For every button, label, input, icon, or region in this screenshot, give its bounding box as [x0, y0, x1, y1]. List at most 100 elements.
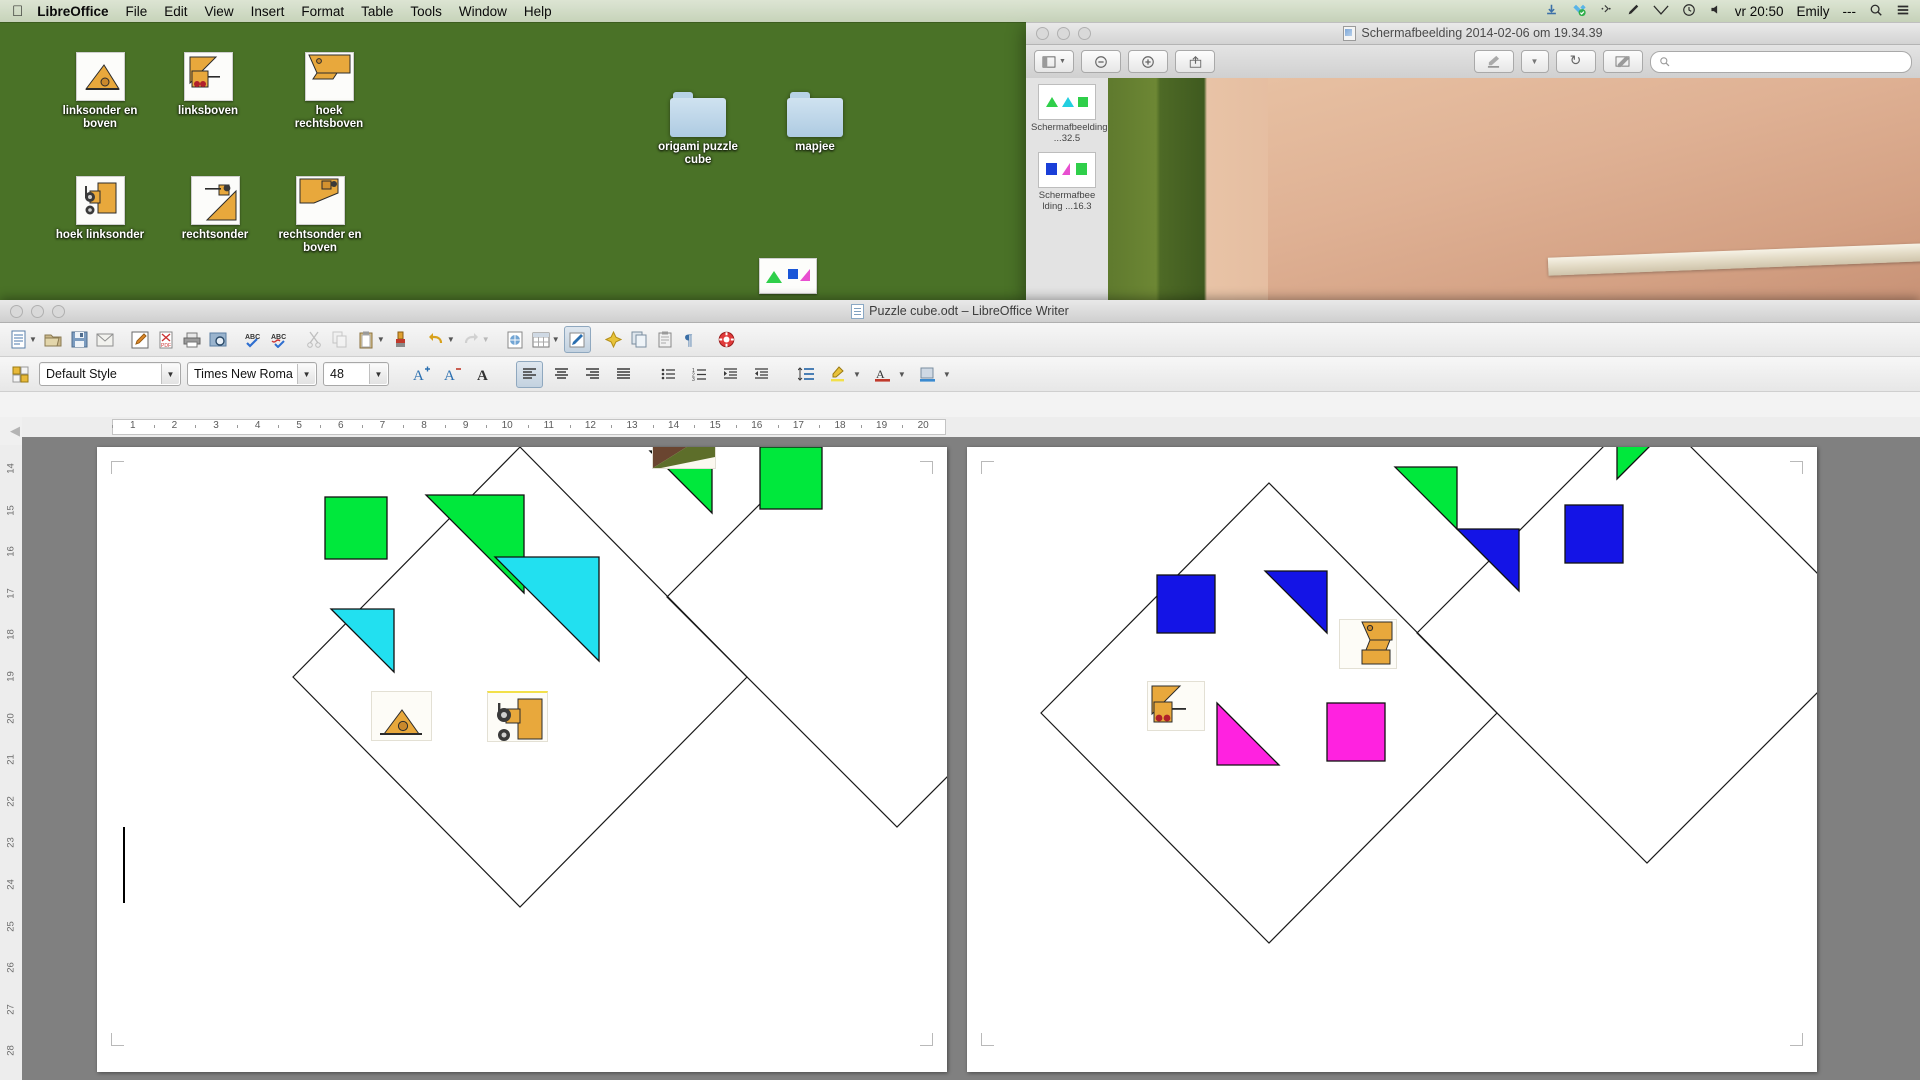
align-left-icon[interactable] — [516, 360, 543, 388]
share-icon[interactable] — [1175, 50, 1215, 73]
menu-help[interactable]: Help — [524, 4, 552, 19]
preview-search-input[interactable] — [1649, 50, 1912, 73]
help-icon[interactable] — [714, 327, 739, 352]
edit-mode-icon[interactable] — [128, 327, 153, 352]
photo-thumb-triangle-robot[interactable] — [371, 691, 432, 741]
preview-titlebar[interactable]: Schermafbeelding 2014-02-06 om 19.34.39 — [1026, 22, 1920, 45]
clipboard-view-icon[interactable] — [653, 327, 678, 352]
desktop-icon-linksboven[interactable]: linksboven — [160, 52, 256, 118]
dropbox-icon[interactable] — [1572, 3, 1587, 20]
vertical-ruler[interactable]: 14 15 16 17 18 19 20 21 22 23 24 25 26 27 28 — [0, 445, 23, 1080]
document-scroll-area[interactable] — [22, 437, 1920, 1080]
email-icon[interactable] — [93, 327, 118, 352]
preview-sidebar-item[interactable]: Schermafbeelding ...32.5 — [1031, 84, 1108, 144]
decrease-indent-icon[interactable] — [718, 362, 743, 387]
document-page-2[interactable] — [967, 447, 1817, 1072]
photo-thumb-machine[interactable] — [487, 691, 548, 742]
copy-icon[interactable] — [328, 327, 353, 352]
desktop-icon-rechtsonder[interactable]: rechtsonder — [167, 176, 263, 242]
menu-table[interactable]: Table — [361, 4, 393, 19]
wifi-icon[interactable] — [1653, 3, 1669, 19]
navigator-icon[interactable] — [627, 327, 652, 352]
increase-font-icon[interactable]: A — [409, 362, 434, 387]
spelling-icon[interactable]: ABC — [241, 327, 266, 352]
bluetooth-icon[interactable] — [1600, 3, 1613, 19]
increase-indent-icon[interactable] — [749, 362, 774, 387]
desktop-icon-linksonder-en-boven[interactable]: linksonder en boven — [52, 52, 148, 131]
decrease-font-icon[interactable]: A — [440, 362, 465, 387]
highlighting-color-icon[interactable] — [825, 362, 850, 387]
table-icon[interactable] — [529, 327, 554, 352]
time-machine-icon[interactable] — [1682, 3, 1696, 20]
desktop-icon-hoek-linksonder[interactable]: hoek linksonder — [52, 176, 148, 242]
chevron-down-icon[interactable]: ▼ — [297, 364, 315, 384]
hyperlink-icon[interactable] — [503, 327, 528, 352]
volume-icon[interactable] — [1709, 3, 1722, 19]
desktop-icon-hoek-rechtsboven[interactable]: hoek rechtsboven — [281, 52, 377, 131]
menu-user[interactable]: Emily — [1797, 4, 1830, 19]
background-color-icon[interactable] — [915, 362, 940, 387]
menu-clock[interactable]: vr 20:50 — [1735, 4, 1784, 19]
zoom-out-icon[interactable] — [1081, 50, 1121, 73]
highlight-pen-icon[interactable] — [1473, 50, 1514, 73]
background-color-dropdown-caret[interactable]: ▼ — [943, 370, 951, 379]
print-icon[interactable] — [180, 327, 205, 352]
paragraph-style-icon[interactable] — [8, 362, 33, 387]
draw-functions-icon[interactable] — [563, 326, 591, 353]
unordered-list-icon[interactable] — [656, 362, 681, 387]
redo-dropdown-caret[interactable]: ▼ — [482, 335, 490, 344]
photo-thumb-robot-right[interactable] — [1339, 619, 1397, 669]
save-icon[interactable] — [67, 327, 92, 352]
align-right-icon[interactable] — [580, 362, 605, 387]
paragraph-style-combobox[interactable]: Default Style ▼ — [39, 362, 181, 386]
previous-icon[interactable]: ◀ — [10, 423, 20, 439]
gallery-icon[interactable] — [601, 327, 626, 352]
menu-view[interactable]: View — [205, 4, 234, 19]
dictation-pen-icon[interactable] — [1626, 3, 1640, 20]
menu-file[interactable]: File — [126, 4, 148, 19]
new-document-icon[interactable] — [6, 327, 31, 352]
menu-edit[interactable]: Edit — [164, 4, 187, 19]
redo-icon[interactable] — [459, 327, 484, 352]
download-icon[interactable] — [1544, 3, 1559, 20]
chevron-down-icon[interactable]: ▼ — [369, 364, 387, 384]
print-preview-icon[interactable] — [206, 327, 231, 352]
desktop-icon-rechtsonder-en-boven[interactable]: rechtsonder en boven — [272, 176, 368, 255]
open-icon[interactable] — [41, 327, 66, 352]
markup-toolbox-icon[interactable] — [1602, 50, 1643, 73]
clone-formatting-icon[interactable] — [389, 327, 414, 352]
align-justify-icon[interactable] — [611, 362, 636, 387]
desktop-folder-mapjee[interactable]: mapjee — [767, 92, 863, 154]
search-icon[interactable] — [1869, 3, 1883, 20]
cut-icon[interactable] — [302, 327, 327, 352]
rotate-icon[interactable]: ↻ — [1555, 50, 1596, 73]
horizontal-ruler[interactable]: 1 2 3 4 5 6 7 8 9 10 11 12 13 14 15 16 17 18 19 20 — [22, 417, 1920, 438]
menu-app-name[interactable]: LibreOffice — [37, 4, 108, 19]
highlight-dropdown-caret[interactable]: ▼ — [1520, 50, 1549, 73]
paste-icon[interactable] — [354, 327, 379, 352]
font-color-icon[interactable]: A — [870, 362, 895, 387]
preview-thumbnail-sidebar[interactable]: Schermafbeelding ...32.5 Schermafbee ldi… — [1026, 78, 1109, 300]
undo-icon[interactable] — [424, 327, 449, 352]
font-name-combobox[interactable]: Times New Roma ▼ — [187, 362, 317, 386]
export-pdf-icon[interactable]: PDF — [154, 327, 179, 352]
photo-thumb-wallpaper[interactable] — [652, 447, 716, 469]
font-color-dropdown-caret[interactable]: ▼ — [898, 370, 906, 379]
ordered-list-icon[interactable]: 123 — [687, 362, 712, 387]
menu-insert[interactable]: Insert — [251, 4, 285, 19]
align-center-icon[interactable] — [549, 362, 574, 387]
menu-tools[interactable]: Tools — [410, 4, 442, 19]
desktop-folder-origami-puzzle-cube[interactable]: origami puzzle cube — [650, 92, 746, 167]
sidebar-view-icon[interactable]: ▼ — [1034, 50, 1074, 73]
apple-icon[interactable]:  — [12, 4, 23, 19]
line-spacing-icon[interactable] — [794, 362, 819, 387]
photo-thumb-robot-left[interactable] — [1147, 681, 1205, 731]
zoom-in-icon[interactable] — [1128, 50, 1168, 73]
formatting-marks-icon[interactable]: ¶ — [679, 327, 704, 352]
writer-titlebar[interactable]: Puzzle cube.odt – LibreOffice Writer — [0, 300, 1920, 323]
chevron-down-icon[interactable]: ▼ — [161, 364, 179, 384]
bold-icon[interactable]: A — [471, 362, 496, 387]
highlight-dropdown-caret[interactable]: ▼ — [853, 370, 861, 379]
desktop-icon-screenshot-thumb[interactable] — [740, 258, 836, 298]
menu-format[interactable]: Format — [301, 4, 344, 19]
